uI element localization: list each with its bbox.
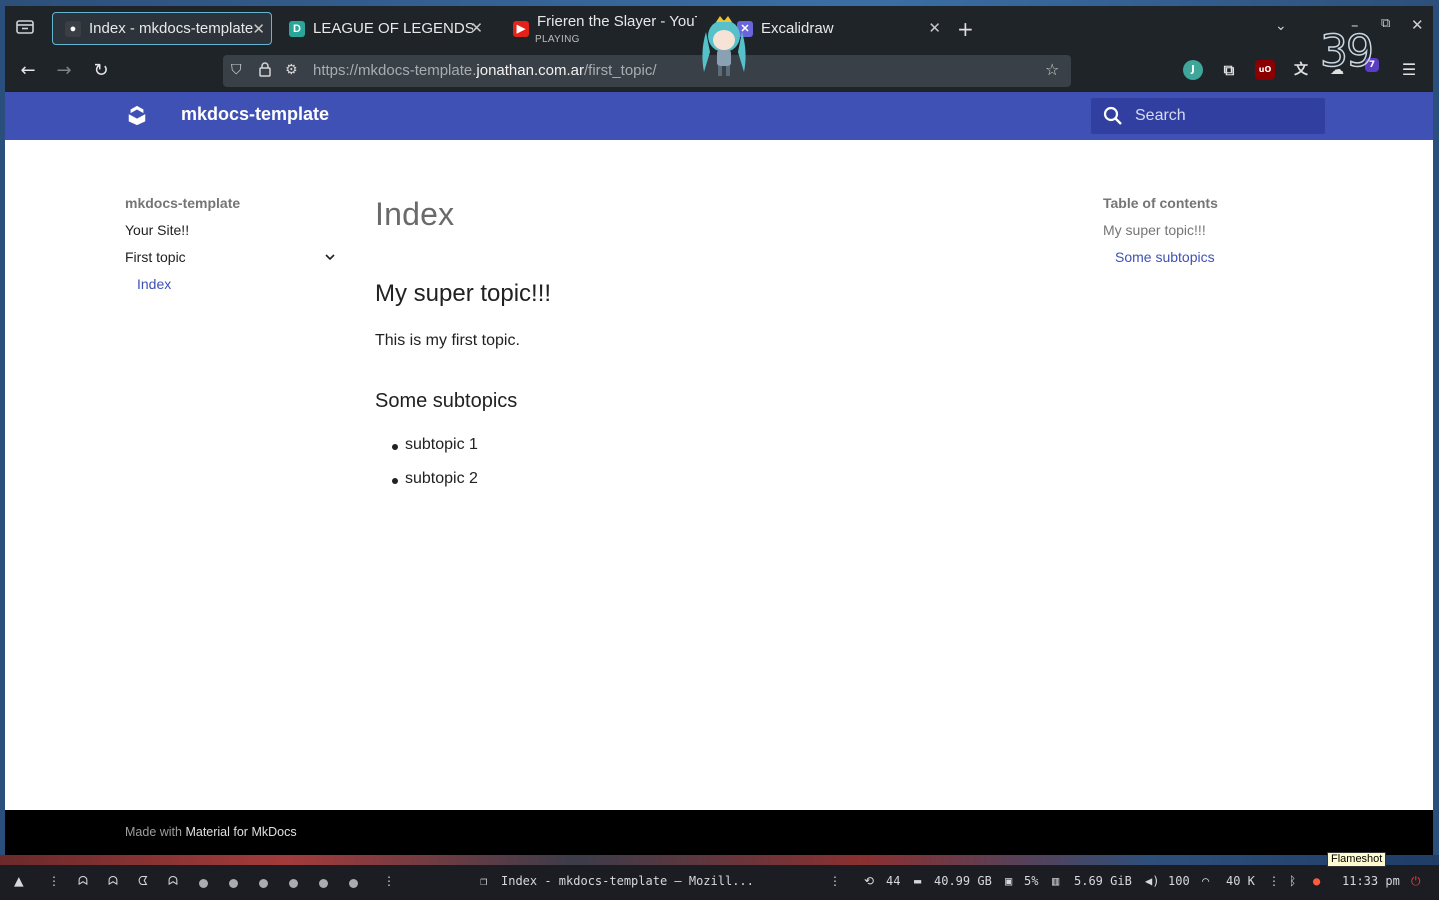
wallpaper-bottom <box>0 855 1439 865</box>
taskbar: ▲ ⋮ ᗣ ᗣ ᗧ ᗣ ⋮ ❐ Index - mkdocs-template … <box>0 865 1439 900</box>
more-vertical-icon[interactable]: ⋮ <box>829 874 841 888</box>
url-text[interactable]: https://mkdocs-template.jonathan.com.ar/… <box>313 62 657 79</box>
clock-time[interactable]: 11:33 pm <box>1342 874 1400 888</box>
footer-credit: Made with Material for MkDocs <box>125 825 297 839</box>
restore-icon[interactable]: ⧉ <box>1381 16 1390 31</box>
ram-usage[interactable]: 5.69 GiB <box>1074 874 1132 888</box>
pacman-workspace-icon[interactable]: ᗧ <box>138 874 148 889</box>
updates-count[interactable]: 44 <box>886 874 900 888</box>
list-item: subtopic 2 <box>392 470 478 487</box>
shield-icon[interactable]: ⛉ <box>231 62 242 78</box>
nav-item-your-site[interactable]: Your Site!! <box>125 222 189 238</box>
tab-title: Index - mkdocs-template <box>89 20 254 37</box>
cpu-usage[interactable]: 5% <box>1024 874 1038 888</box>
workspace-dot-icon[interactable] <box>319 879 328 888</box>
disk-icon: ▬ <box>914 874 922 888</box>
close-tab-icon[interactable]: ✕ <box>470 19 483 37</box>
tab-excalidraw[interactable]: ✕ Excalidraw ✕ <box>725 12 945 45</box>
desktop-clock-widget: 39 <box>1319 25 1375 78</box>
lock-icon[interactable] <box>259 62 271 81</box>
tab-title: Frieren the Slayer - YouT <box>537 13 697 30</box>
search-placeholder: Search <box>1135 107 1186 124</box>
more-vertical-icon[interactable]: ⋮ <box>48 874 60 888</box>
url-bar[interactable]: ⛉ ⚙ https://mkdocs-template.jonathan.com… <box>223 55 1071 87</box>
chevron-down-icon[interactable] <box>323 250 337 264</box>
site-footer: Made with Material for MkDocs <box>5 810 1433 855</box>
ghost-workspace-icon[interactable]: ᗣ <box>78 874 88 889</box>
extensions-puzzle-icon[interactable]: ⧉ <box>1219 60 1239 80</box>
subsection-heading: Some subtopics <box>375 390 518 412</box>
arch-launcher-icon[interactable]: ▲ <box>14 871 24 890</box>
tab-mkdocs[interactable]: ● Index - mkdocs-template ✕ <box>52 12 272 45</box>
flameshot-icon[interactable]: ● <box>1313 874 1320 888</box>
profile-extension-icon[interactable]: J <box>1183 60 1203 80</box>
wallpaper-right <box>1433 6 1439 856</box>
site-header: mkdocs-template Search <box>5 92 1433 140</box>
ghost-workspace-icon[interactable]: ᗣ <box>168 874 178 889</box>
ghost-workspace-icon[interactable]: ᗣ <box>108 874 118 889</box>
page-title: Index <box>375 196 455 232</box>
nav-title: mkdocs-template <box>125 195 241 211</box>
new-tab-icon[interactable]: + <box>957 17 974 41</box>
bluetooth-icon[interactable]: ᛒ <box>1289 874 1296 888</box>
cpu-icon: ▣ <box>1005 874 1013 888</box>
reload-icon[interactable]: ↻ <box>90 60 112 82</box>
ram-icon: ▥ <box>1052 874 1060 888</box>
site-name[interactable]: mkdocs-template <box>181 104 329 125</box>
flameshot-tooltip: Flameshot <box>1327 852 1387 867</box>
material-link[interactable]: Material for MkDocs <box>185 825 296 839</box>
mkdocs-favicon-icon: ● <box>65 20 81 37</box>
translate-icon[interactable]: 文 <box>1291 60 1311 80</box>
network-speed[interactable]: 40 K <box>1226 874 1255 888</box>
bookmark-star-icon[interactable]: ☆ <box>1045 60 1059 79</box>
close-tab-icon[interactable]: ✕ <box>252 20 265 38</box>
d-favicon-icon: D <box>289 20 305 37</box>
nav-item-first-topic[interactable]: First topic <box>125 249 186 265</box>
more-vertical-icon[interactable]: ⋮ <box>1268 874 1280 888</box>
close-tab-icon[interactable]: ✕ <box>928 19 941 37</box>
close-window-icon[interactable]: ✕ <box>1411 16 1424 34</box>
tab-youtube[interactable]: ▶ Frieren the Slayer - YouT PLAYING <box>501 12 701 45</box>
tab-overview-icon[interactable] <box>13 18 37 38</box>
list-item: subtopic 1 <box>392 436 478 453</box>
tab-title: LEAGUE OF LEGENDS O <box>313 20 473 37</box>
toc-item-super-topic[interactable]: My super topic!!! <box>1103 222 1206 238</box>
list-tabs-icon[interactable]: ⌄ <box>1275 18 1287 34</box>
more-vertical-icon[interactable]: ⋮ <box>383 874 395 888</box>
workspace-dot-icon[interactable] <box>349 879 358 888</box>
workspace-dot-icon[interactable] <box>289 879 298 888</box>
anime-mascot-icon <box>702 16 746 76</box>
paragraph: This is my first topic. <box>375 332 520 349</box>
volume-icon[interactable]: ◀) <box>1145 874 1159 888</box>
search-icon <box>1103 106 1122 125</box>
volume-level[interactable]: 100 <box>1168 874 1190 888</box>
book-logo-icon[interactable] <box>126 104 148 126</box>
back-icon[interactable]: ← <box>17 60 39 82</box>
wifi-icon[interactable]: ◠ <box>1202 874 1209 888</box>
permissions-icon[interactable]: ⚙ <box>285 62 298 78</box>
menu-hamburger-icon[interactable]: ☰ <box>1399 60 1419 80</box>
page-content: mkdocs-template Your Site!! First topic … <box>5 140 1433 810</box>
search-input[interactable]: Search <box>1091 98 1325 134</box>
forward-icon[interactable]: → <box>53 60 75 82</box>
window-icon: ❐ <box>480 874 488 888</box>
nav-item-index[interactable]: Index <box>137 276 171 292</box>
ublock-icon[interactable]: uO <box>1255 60 1275 80</box>
active-window-title[interactable]: Index - mkdocs-template — Mozill... <box>501 874 754 888</box>
disk-usage[interactable]: 40.99 GB <box>934 874 992 888</box>
workspace-dot-icon[interactable] <box>229 879 238 888</box>
workspace-dot-icon[interactable] <box>259 879 268 888</box>
updates-icon: ⟲ <box>864 874 875 888</box>
section-heading: My super topic!!! <box>375 280 552 307</box>
browser-window: ● Index - mkdocs-template ✕ D LEAGUE OF … <box>5 6 1433 855</box>
tab-title: Excalidraw <box>761 20 834 37</box>
toc-item-subtopics[interactable]: Some subtopics <box>1115 249 1215 265</box>
power-icon[interactable]: ⏻ <box>1411 874 1421 889</box>
toc-title: Table of contents <box>1103 195 1218 211</box>
tab-playing-label: PLAYING <box>535 34 580 45</box>
workspace-dot-icon[interactable] <box>199 879 208 888</box>
tab-league[interactable]: D LEAGUE OF LEGENDS O ✕ <box>277 12 491 45</box>
youtube-favicon-icon: ▶ <box>513 20 529 37</box>
